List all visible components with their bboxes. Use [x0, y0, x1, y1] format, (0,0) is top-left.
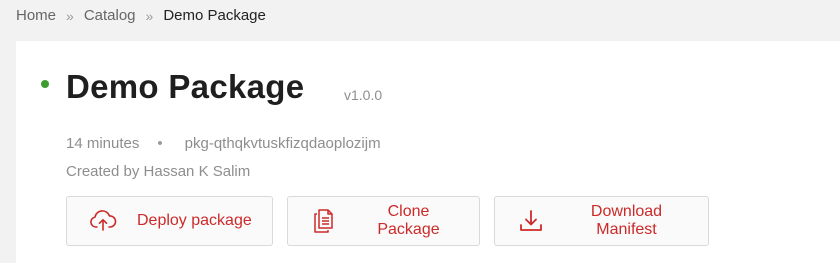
breadcrumb-separator: » [145, 7, 154, 24]
status-indicator [41, 80, 49, 88]
download-manifest-label: Download Manifest [590, 203, 663, 238]
page-title: Demo Package [66, 68, 305, 105]
package-id: pkg-qthqkvtuskfizqdaoplozijm [184, 135, 381, 152]
download-manifest-button[interactable]: Download Manifest [494, 196, 709, 246]
deploy-package-button[interactable]: Deploy package [66, 196, 273, 246]
deploy-package-label: Deploy package [137, 212, 252, 229]
breadcrumb-home[interactable]: Home [16, 7, 56, 24]
copy-document-icon [310, 208, 338, 234]
clone-package-button[interactable]: Clone Package [287, 196, 480, 246]
package-meta: 14 minutes • pkg-qthqkvtuskfizqdaoplozij… [66, 135, 381, 152]
version-badge: v1.0.0 [344, 87, 383, 103]
breadcrumb-separator: » [66, 7, 74, 24]
action-bar: Deploy package Clone Package Download Ma… [66, 196, 709, 246]
breadcrumb-current: Demo Package [163, 7, 266, 24]
download-icon [517, 208, 545, 234]
cloud-upload-icon [89, 208, 117, 234]
breadcrumb: Home » Catalog » Demo Package [16, 7, 266, 24]
created-by: Created by Hassan K Salim [66, 163, 251, 180]
package-card: Demo Package v1.0.0 14 minutes • pkg-qth… [16, 41, 840, 263]
clone-package-label: Clone Package [377, 203, 440, 238]
package-age: 14 minutes [66, 135, 140, 152]
breadcrumb-catalog[interactable]: Catalog [84, 7, 136, 24]
meta-separator: • [157, 135, 163, 152]
